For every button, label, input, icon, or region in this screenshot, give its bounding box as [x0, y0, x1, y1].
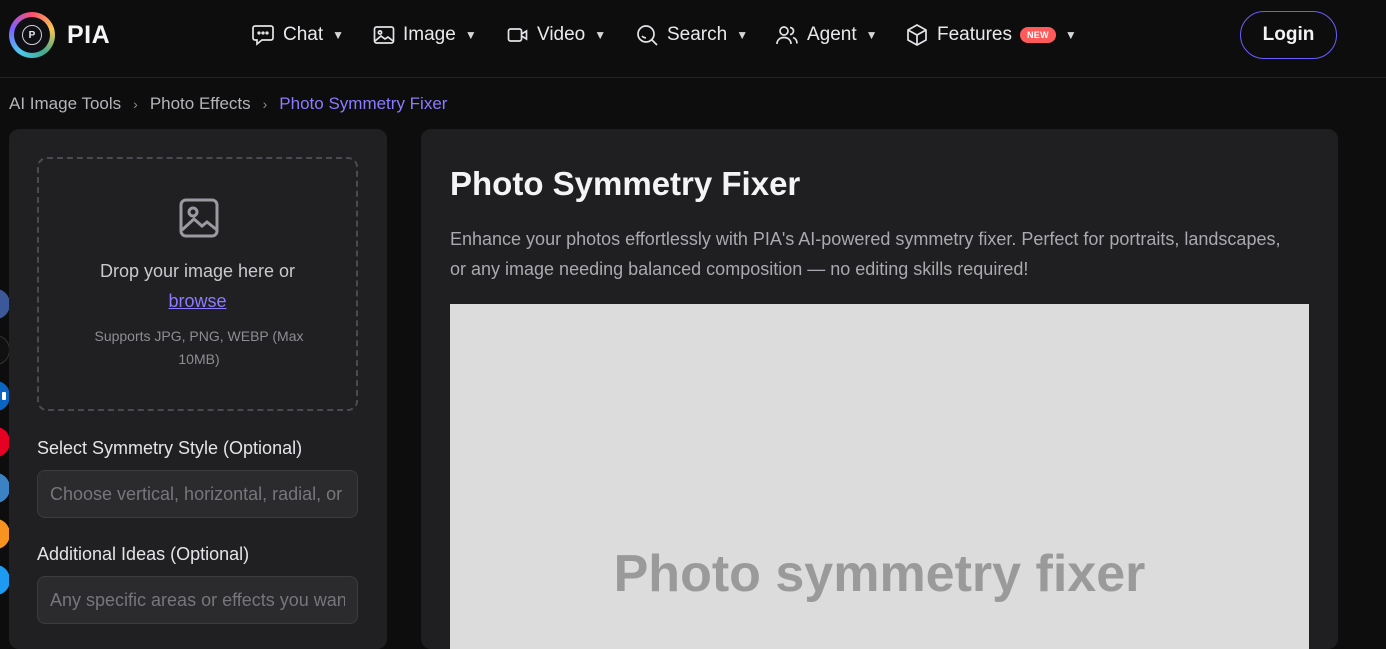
login-button[interactable]: Login: [1240, 11, 1337, 59]
page-title: Photo Symmetry Fixer: [450, 165, 801, 202]
nav-item-label: Video: [537, 24, 586, 45]
nav-item-search[interactable]: Search ▼: [635, 22, 748, 48]
agent-users-icon: [776, 26, 798, 45]
video-camera-icon: [507, 28, 528, 42]
logo-mark-icon: P: [9, 12, 55, 58]
cube-icon: [907, 24, 927, 46]
caret-down-icon: ▼: [1064, 28, 1077, 42]
nav-item-label: Agent: [807, 24, 857, 45]
chat-bubble-icon: [252, 25, 274, 46]
logo-letter: P: [22, 25, 42, 45]
browse-link[interactable]: browse: [39, 291, 356, 312]
nav-item-agent[interactable]: Agent ▼: [775, 22, 878, 48]
caret-down-icon: ▼: [332, 28, 345, 42]
new-badge: NEW: [1019, 27, 1056, 43]
image-upload-icon: [179, 198, 219, 238]
nav-item-label: Search: [667, 24, 728, 45]
breadcrumb-item-photo-effects[interactable]: Photo Effects: [150, 94, 251, 114]
image-dropzone[interactable]: Drop your image here or browse Supports …: [37, 157, 358, 411]
caret-down-icon: ▼: [865, 28, 878, 42]
nav-item-chat[interactable]: Chat ▼: [251, 22, 344, 48]
additional-ideas-input[interactable]: [37, 576, 358, 624]
nav-item-label: Image: [403, 24, 456, 45]
upload-format-hint: Supports JPG, PNG, WEBP (Max 10MB): [94, 328, 304, 367]
tool-panel: Photo Symmetry Fixer Enhance your photos…: [421, 129, 1338, 649]
image-icon: [373, 26, 395, 44]
search-icon: [637, 25, 658, 46]
top-nav: P PIA Chat ▼ Image ▼ Video ▼ Search ▼ Ag…: [0, 0, 1386, 78]
breadcrumb-item-ai-image-tools[interactable]: AI Image Tools: [9, 94, 121, 114]
nav-item-label: Features: [937, 24, 1012, 45]
nav-item-image[interactable]: Image ▼: [373, 22, 477, 48]
brand-logo[interactable]: P PIA: [9, 12, 110, 58]
nav-item-features[interactable]: Features NEW ▼: [905, 22, 1077, 48]
drop-instructions: Drop your image here or: [99, 261, 296, 281]
caret-down-icon: ▼: [594, 28, 607, 42]
breadcrumb-separator: ›: [262, 96, 268, 112]
preview-image-caption: Photo symmetry fixer: [613, 545, 1146, 603]
upload-panel: Drop your image here or browse Supports …: [9, 129, 387, 649]
caret-down-icon: ▼: [736, 28, 749, 42]
breadcrumb-separator: ›: [133, 96, 138, 112]
preview-image: Photo symmetry fixer: [450, 304, 1309, 649]
tool-description: Enhance your photos effortlessly with PI…: [450, 229, 1281, 279]
symmetry-style-input[interactable]: [37, 470, 358, 518]
symmetry-style-label: Select Symmetry Style (Optional): [37, 438, 303, 458]
brand-name: PIA: [67, 20, 111, 49]
breadcrumb-item-current: Photo Symmetry Fixer: [279, 94, 448, 113]
additional-ideas-label: Additional Ideas (Optional): [37, 544, 250, 564]
nav-item-video[interactable]: Video ▼: [507, 22, 606, 48]
nav-item-label: Chat: [283, 24, 324, 45]
caret-down-icon: ▼: [464, 28, 477, 42]
breadcrumb: AI Image Tools › Photo Effects › Photo S…: [9, 94, 447, 114]
